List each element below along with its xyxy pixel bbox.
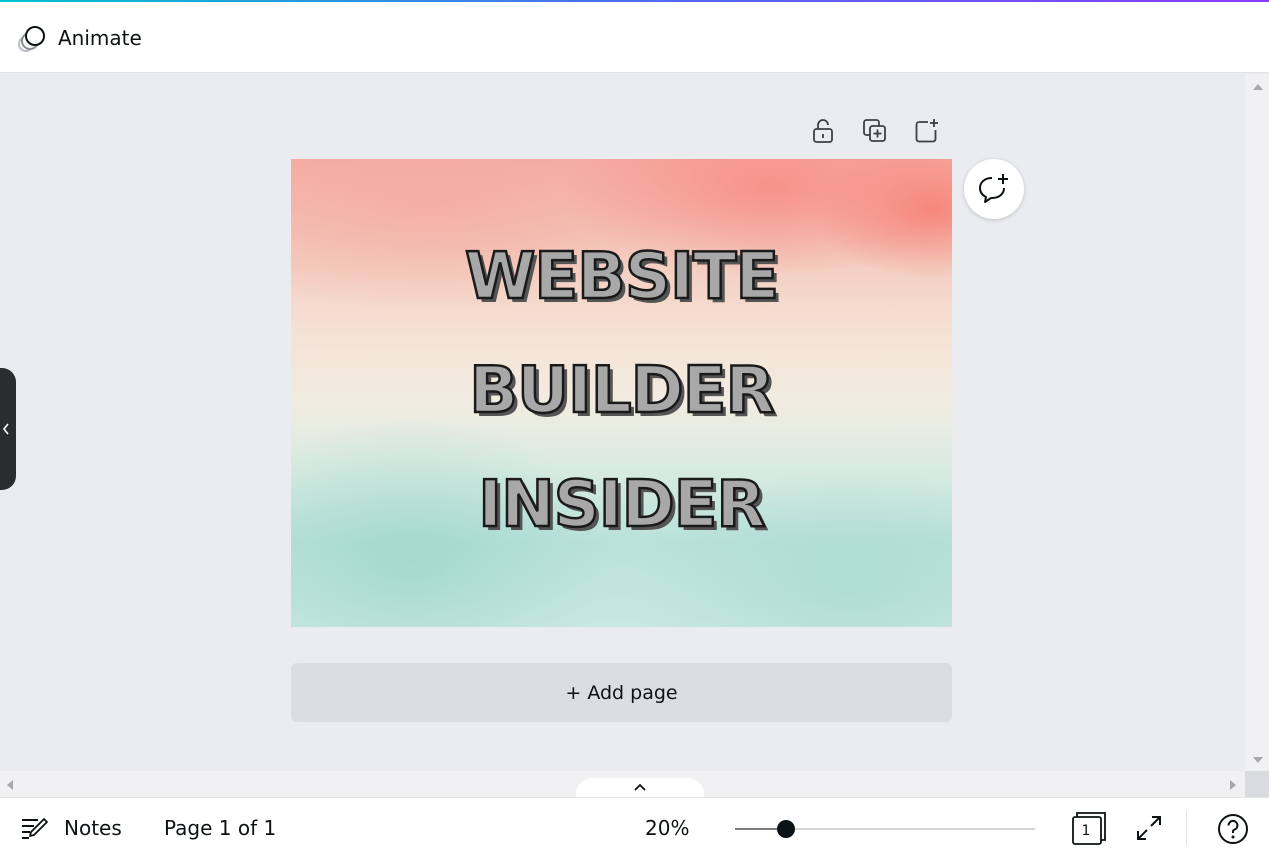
add-comment-button[interactable] [964, 159, 1024, 219]
duplicate-page-icon [863, 119, 886, 142]
animate-icon [18, 26, 45, 52]
zoom-value[interactable]: 20% [645, 816, 689, 840]
scroll-up-icon[interactable] [1253, 84, 1263, 90]
zoom-slider-thumb[interactable] [777, 820, 795, 838]
animate-label: Animate [58, 26, 142, 50]
page-grid-button[interactable]: 1 [1070, 811, 1106, 845]
help-icon [1218, 814, 1248, 844]
add-page-button[interactable]: + Add page [291, 663, 952, 722]
add-page-above-button[interactable] [910, 114, 944, 148]
toolbar-divider [1186, 810, 1187, 846]
top-toolbar: Animate [0, 2, 1269, 73]
bottom-toolbar: Notes Page 1 of 1 20% 1 [0, 797, 1269, 858]
side-panel-toggle[interactable] [0, 368, 16, 490]
scroll-left-icon[interactable] [7, 780, 13, 790]
animate-button[interactable]: Animate [16, 20, 142, 56]
design-title-line-3[interactable]: INSIDER [291, 472, 952, 539]
fullscreen-button[interactable] [1132, 811, 1166, 845]
chevron-up-icon [634, 783, 646, 791]
notes-icon [22, 818, 48, 839]
chevron-left-icon [2, 423, 9, 435]
page-indicator: Page 1 of 1 [164, 816, 277, 840]
scroll-down-icon[interactable] [1253, 757, 1263, 763]
scroll-right-icon[interactable] [1230, 780, 1236, 790]
add-comment-icon [979, 174, 1008, 203]
help-button[interactable] [1216, 812, 1250, 846]
scrollbar-corner [1245, 771, 1269, 797]
vertical-scrollbar[interactable] [1245, 74, 1269, 771]
page-count: 1 [1081, 823, 1091, 839]
add-page-icon [915, 119, 938, 143]
zoom-slider[interactable] [735, 818, 1035, 840]
page-tools [806, 114, 944, 148]
notes-label: Notes [64, 816, 122, 840]
lock-page-button[interactable] [806, 114, 840, 148]
design-page[interactable]: WEBSITE BUILDER INSIDER [291, 159, 952, 627]
notes-button[interactable]: Notes [20, 812, 122, 844]
fullscreen-icon [1137, 816, 1161, 840]
design-title-line-2[interactable]: BUILDER [291, 358, 952, 425]
duplicate-page-button[interactable] [858, 114, 892, 148]
unlock-icon [813, 119, 833, 143]
design-title-line-1[interactable]: WEBSITE [291, 244, 952, 311]
